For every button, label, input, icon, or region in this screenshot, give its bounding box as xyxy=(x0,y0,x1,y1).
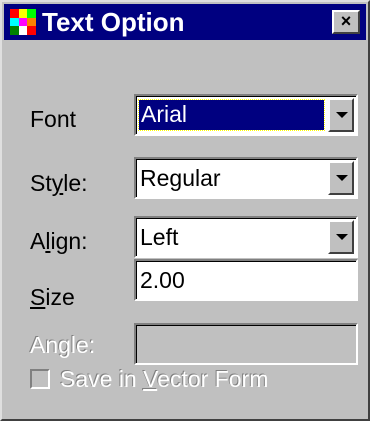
angle-input xyxy=(134,323,358,365)
title-bar[interactable]: Text Option × xyxy=(4,4,366,40)
dialog-title: Text Option xyxy=(42,6,185,37)
vector-form-label: Save in Vector Form xyxy=(60,366,269,392)
align-dropdown[interactable]: Left xyxy=(134,216,358,258)
close-button[interactable]: × xyxy=(332,10,360,34)
font-label: Font xyxy=(30,106,77,132)
style-value: Regular xyxy=(140,165,221,191)
font-dropdown-arrow-icon[interactable] xyxy=(328,98,354,132)
style-dropdown[interactable]: Regular xyxy=(134,157,358,199)
text-option-dialog: Text Option × Font Arial Style: Regular … xyxy=(0,0,370,421)
style-dropdown-arrow-icon[interactable] xyxy=(328,161,354,195)
align-label: Align: xyxy=(30,228,88,254)
vector-form-checkbox xyxy=(30,369,50,389)
angle-label: Angle: xyxy=(30,332,96,358)
size-input[interactable]: 2.00 xyxy=(134,259,358,301)
app-icon xyxy=(10,9,36,35)
align-dropdown-arrow-icon[interactable] xyxy=(328,220,354,254)
align-value: Left xyxy=(140,224,179,250)
font-dropdown[interactable]: Arial xyxy=(134,94,358,136)
font-value: Arial xyxy=(138,99,325,131)
size-label: Size xyxy=(30,284,75,310)
size-value: 2.00 xyxy=(140,267,185,293)
style-label: Style: xyxy=(30,170,88,196)
